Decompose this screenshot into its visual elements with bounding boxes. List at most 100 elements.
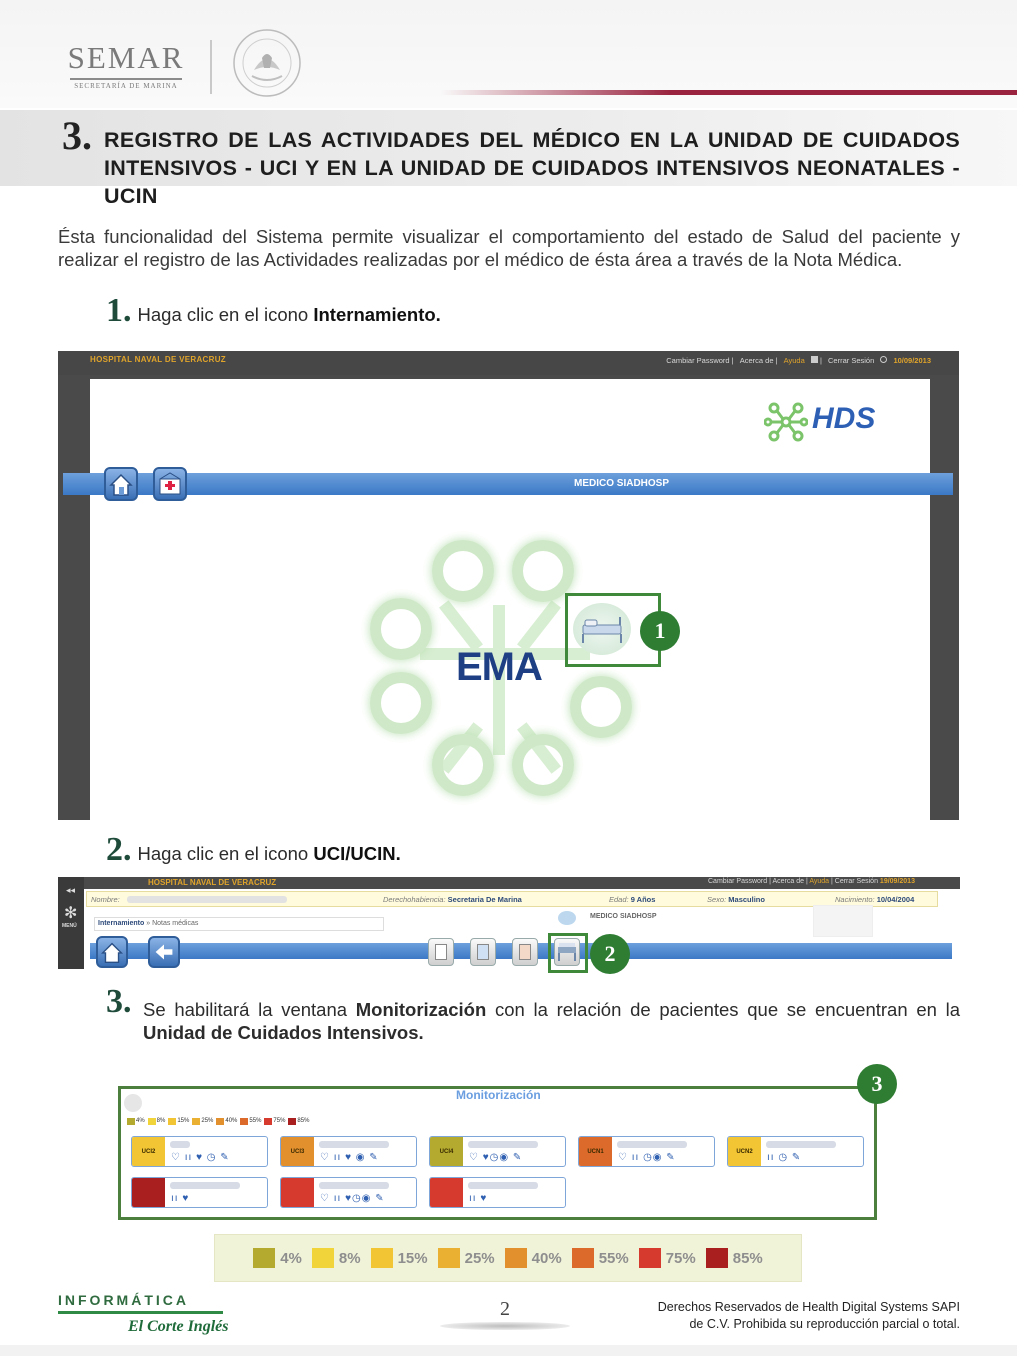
ema-node[interactable] (432, 540, 494, 602)
bed-label: UCI2 (132, 1137, 165, 1166)
patient-info-bar: Nombre: Derechohabiencia: Secretaria De … (86, 891, 938, 907)
change-password-link[interactable]: Cambiar Password (666, 356, 729, 365)
patient-card[interactable]: UCN2 ıı ◷ ✎ (727, 1136, 864, 1167)
header-divider (210, 40, 212, 94)
patient-card[interactable]: UCI2 ♡ ıı ♥ ◷ ✎ (131, 1136, 268, 1167)
bed-label: UCI3 (281, 1137, 314, 1166)
about-link[interactable]: Acerca de (772, 878, 804, 885)
bed-label (281, 1178, 314, 1207)
side-menu[interactable]: ◂◂ ✻ MENÚ (58, 877, 84, 969)
change-password-link[interactable]: Cambiar Password (708, 878, 767, 885)
home-button[interactable] (104, 467, 138, 501)
legend-item: 25% (437, 1248, 495, 1268)
top-links: Cambiar Password | Acerca de | Ayuda | C… (708, 878, 915, 885)
status-icons[interactable]: ♡ ıı ♥ ◷ ✎ (171, 1152, 230, 1163)
legend-item: 4% (253, 1248, 302, 1268)
help-icon[interactable] (810, 356, 818, 363)
patient-name-redacted (766, 1141, 836, 1148)
step-emphasis: Internamiento. (313, 304, 441, 325)
step-text-b: con la relación de pacientes que se encu… (486, 999, 960, 1020)
patient-card[interactable]: ♡ ıı ♥◷◉ ✎ (280, 1177, 417, 1208)
footer-sub-brand: El Corte Inglés (128, 1318, 229, 1335)
footer-band (0, 1345, 1017, 1356)
bed-label (132, 1178, 165, 1207)
status-icons[interactable]: ıı ♥ (171, 1193, 189, 1204)
checklist-button[interactable] (428, 938, 454, 966)
logout-link[interactable]: Cerrar Sesión (828, 356, 874, 365)
breadcrumb-main[interactable]: Internamiento (98, 920, 144, 927)
status-icons[interactable]: ıı ◷ ✎ (767, 1152, 801, 1163)
home-button[interactable] (96, 936, 128, 968)
patient-record-button[interactable] (470, 938, 496, 966)
doctor-notes-button[interactable] (512, 938, 538, 966)
legend-swatch (370, 1248, 393, 1268)
logo-rule (70, 78, 182, 80)
about-link[interactable]: Acerca de (740, 356, 774, 365)
legend-swatch (127, 1117, 135, 1125)
hospital-name: HOSPITAL NAVAL DE VERACRUZ (148, 878, 277, 887)
logout-link[interactable]: Cerrar Sesión (835, 878, 878, 885)
bed-label: UCI4 (430, 1137, 463, 1166)
ema-node[interactable] (570, 676, 632, 738)
logout-icon[interactable] (880, 356, 888, 363)
header-accent-line (440, 90, 1017, 95)
legend-label: 25% (464, 1249, 495, 1267)
page-number-shadow (440, 1322, 570, 1330)
patient-card[interactable]: ıı ♥ (429, 1177, 566, 1208)
hospital-button[interactable] (153, 467, 187, 501)
legend-swatch (192, 1117, 201, 1125)
legend-label: 55% (249, 1118, 262, 1124)
national-seal-icon (233, 29, 301, 97)
snowflake-icon: ✻ (64, 905, 78, 922)
copyright-line-2: de C.V. Prohibida su reproducción parcia… (689, 1317, 960, 1331)
breadcrumb: Internamiento » Notas médicas (94, 917, 384, 931)
collapse-icon[interactable]: ◂◂ (66, 885, 75, 896)
menu-label: MENÚ (62, 923, 77, 929)
hds-brand: HDS (812, 402, 876, 435)
step-1: 1. Haga clic en el icono Internamiento. (106, 292, 441, 330)
sex-field: Sexo: Masculino (707, 895, 765, 904)
birth-label: Nacimiento: (835, 895, 875, 904)
status-icons[interactable]: ♡ ıı ◷◉ ✎ (618, 1152, 676, 1163)
status-icons[interactable]: ♡ ♥◷◉ ✎ (469, 1152, 522, 1163)
status-icons[interactable]: ıı ♥ (469, 1193, 487, 1204)
legend-item: 8% (147, 1116, 166, 1126)
patient-card[interactable]: UCI3 ♡ ıı ♥ ◉ ✎ (280, 1136, 417, 1167)
app-top-bar: HOSPITAL NAVAL DE VERACRUZ Cambiar Passw… (58, 351, 959, 375)
ema-node[interactable] (432, 734, 494, 796)
hospital-icon (159, 472, 181, 495)
age-label: Edad: (609, 895, 629, 904)
legend-item: 75% (264, 1116, 285, 1126)
patient-name-label: Nombre: (91, 895, 120, 904)
bed-label: UCN1 (579, 1137, 612, 1166)
ema-node[interactable] (370, 672, 432, 734)
ema-node[interactable] (512, 734, 574, 796)
legend-label: 15% (177, 1118, 190, 1124)
sex-value: Masculino (728, 895, 765, 904)
legend-label: 4% (136, 1118, 145, 1124)
patient-card[interactable]: ıı ♥ (131, 1177, 268, 1208)
help-link[interactable]: Ayuda (784, 356, 805, 365)
patient-card[interactable]: UCN1 ♡ ıı ◷◉ ✎ (578, 1136, 715, 1167)
help-link[interactable]: Ayuda (809, 878, 829, 885)
patient-card[interactable]: UCI4 ♡ ♥◷◉ ✎ (429, 1136, 566, 1167)
patient-name-redacted (468, 1141, 538, 1148)
status-icons[interactable]: ♡ ıı ♥◷◉ ✎ (320, 1193, 385, 1204)
molecule-icon (763, 402, 809, 442)
ema-node[interactable] (370, 598, 432, 660)
callout-badge-3: 3 (857, 1064, 897, 1104)
checklist-icon (435, 944, 447, 960)
bed-label (430, 1178, 463, 1207)
legend-item: 85% (288, 1116, 309, 1126)
back-button[interactable] (148, 936, 180, 968)
step-2: 2. Haga clic en el icono UCI/UCIN. (106, 831, 401, 869)
status-icons[interactable]: ♡ ıı ♥ ◉ ✎ (320, 1152, 379, 1163)
doctor-icon (558, 911, 576, 925)
step-emphasis-a: Monitorización (355, 999, 487, 1020)
insurance-label: Derechohabiencia: (383, 895, 446, 904)
legend-label: 8% (156, 1118, 166, 1124)
step-number: 1. (106, 292, 132, 329)
legend-item: 40% (216, 1116, 237, 1126)
legend-item: 40% (504, 1248, 562, 1268)
legend-item: 85% (705, 1248, 763, 1268)
